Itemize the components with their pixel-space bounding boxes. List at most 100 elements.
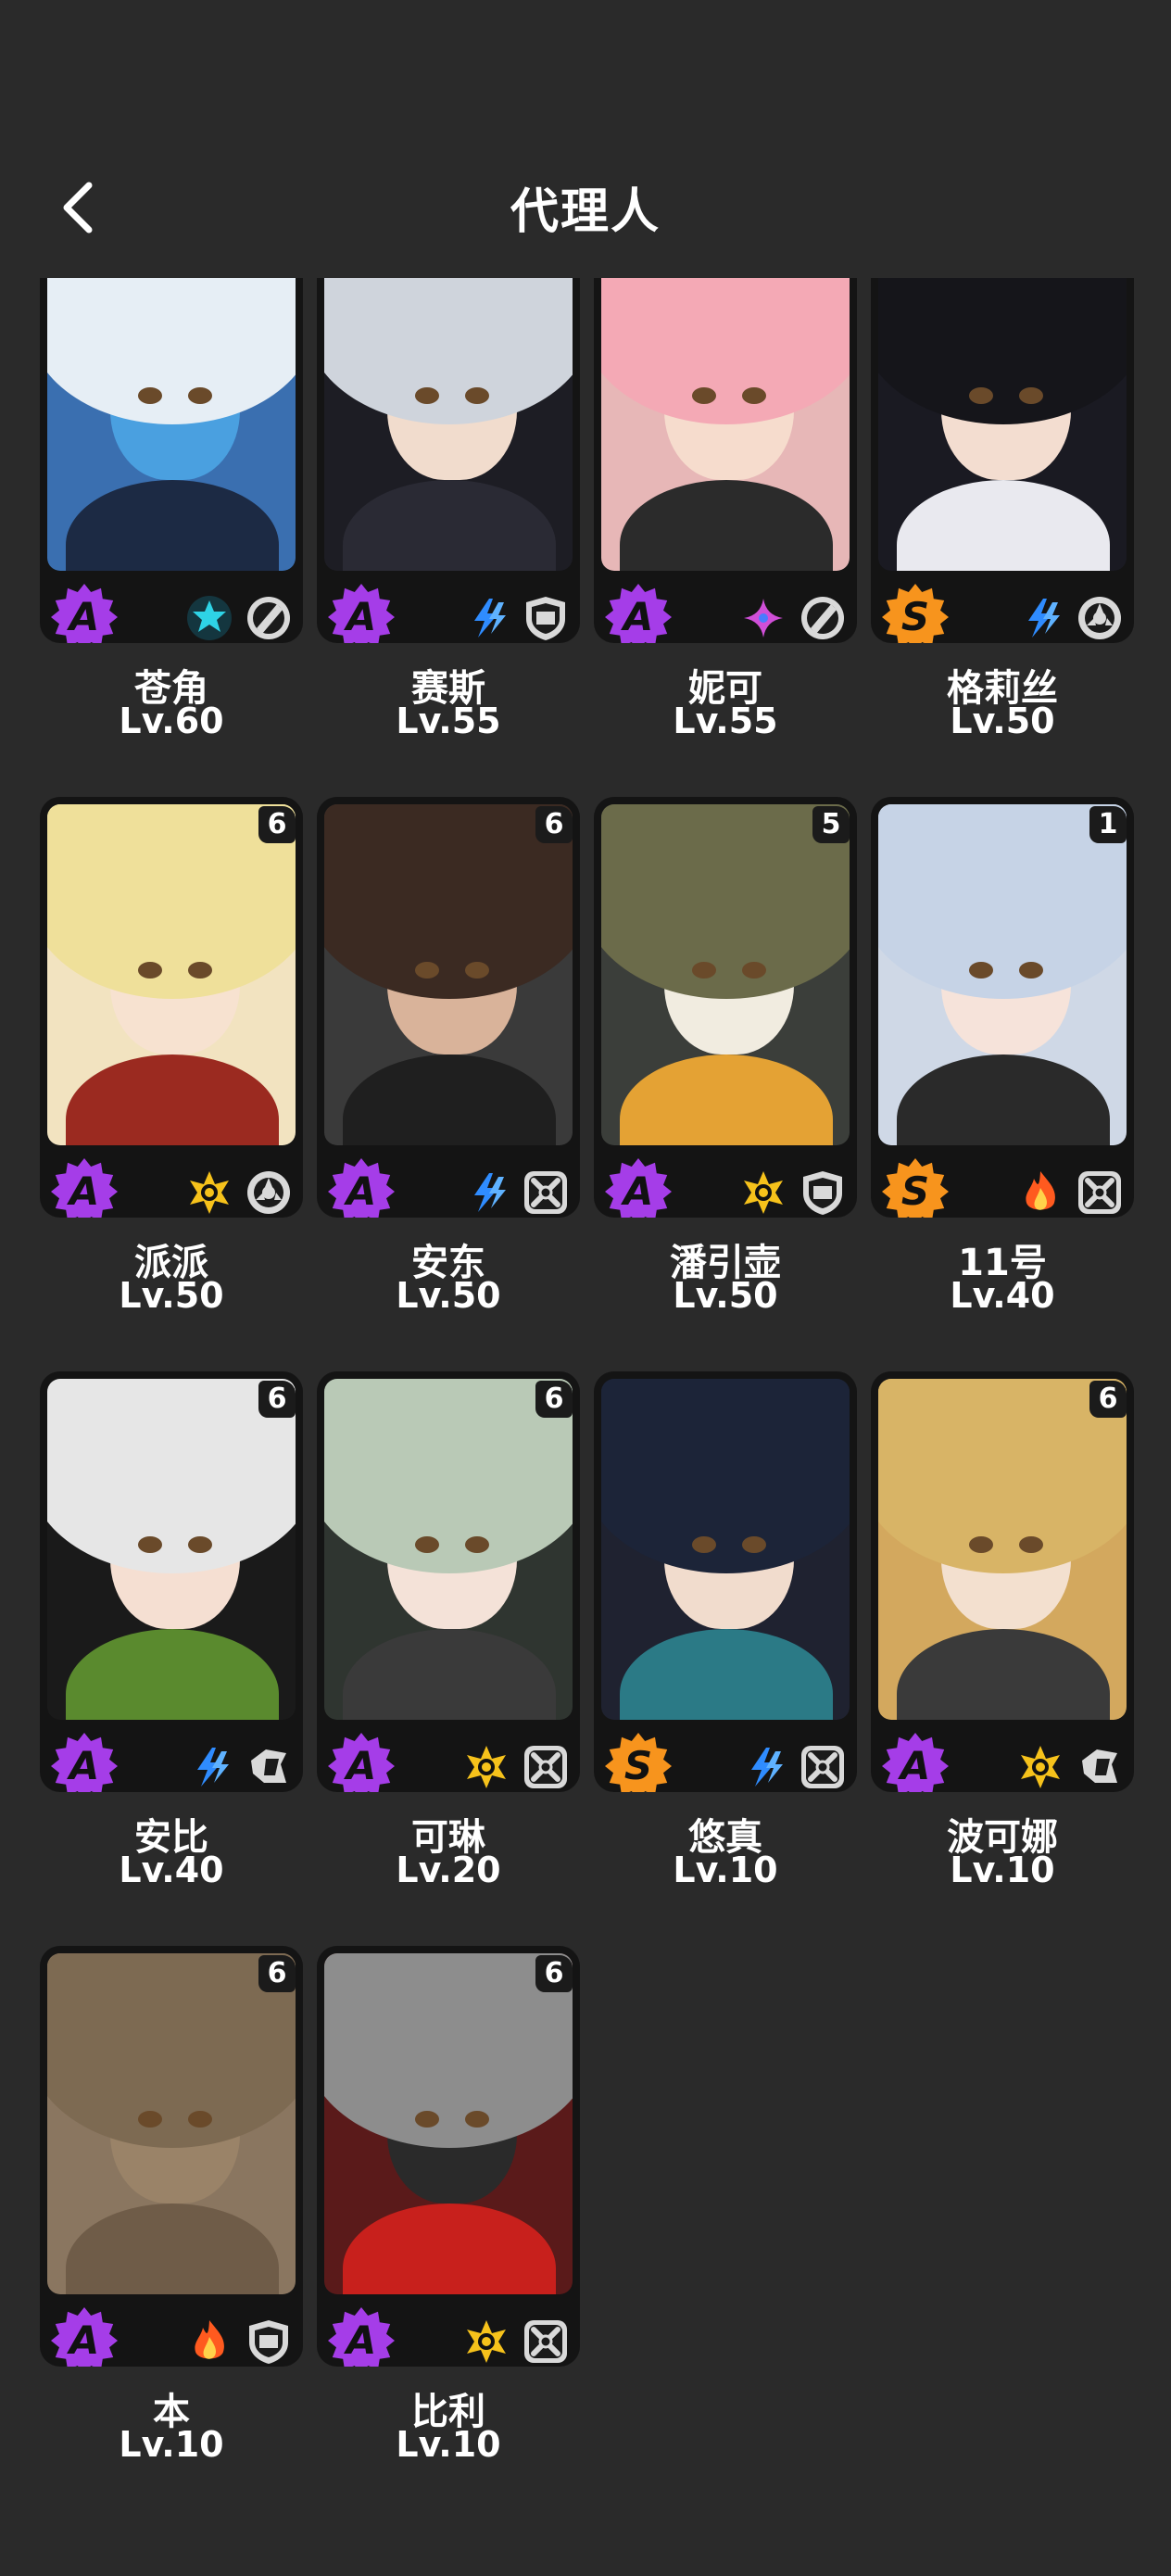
- mindscape-badge: 6: [1089, 1381, 1127, 1418]
- rank-letter: S: [900, 1168, 930, 1214]
- physical-icon: [1015, 1742, 1065, 1792]
- fire-icon: [1015, 1168, 1065, 1218]
- rank-letter: A: [69, 1743, 100, 1788]
- electric-icon: [738, 1742, 788, 1792]
- rank-badge: A: [326, 1156, 397, 1218]
- agent-card-frame: 6A: [317, 1371, 580, 1792]
- agent-card[interactable]: A 赛斯 Lv.55: [317, 278, 584, 741]
- agent-portrait: [47, 804, 296, 1145]
- rank-letter: A: [69, 594, 100, 639]
- agent-level: Lv.10: [673, 1850, 778, 1890]
- agent-card[interactable]: 6 A 安比 Lv.40: [40, 1371, 307, 1890]
- agent-portrait: [601, 278, 850, 571]
- rank-badge: A: [326, 1731, 397, 1792]
- agent-level: Lv.10: [119, 2424, 224, 2465]
- electric-icon: [461, 1168, 511, 1218]
- electric-icon: [184, 1742, 234, 1792]
- agent-portrait: [324, 1953, 573, 2294]
- agent-card[interactable]: 1 S 11号 Lv.40: [871, 797, 1138, 1316]
- agent-level: Lv.50: [396, 1275, 501, 1316]
- agent-card[interactable]: 6 A 波可娜 Lv.10: [871, 1371, 1138, 1890]
- agent-card[interactable]: S 悠真 Lv.10: [594, 1371, 861, 1890]
- support-icon: [244, 593, 294, 643]
- agent-portrait: [601, 804, 850, 1145]
- rank-badge: A: [49, 1731, 120, 1792]
- attack-icon: [1075, 1168, 1125, 1218]
- rank-letter: S: [900, 594, 930, 639]
- attack-icon: [521, 2317, 571, 2367]
- agent-portrait: [878, 804, 1127, 1145]
- agent-level: Lv.10: [950, 1850, 1055, 1890]
- agent-card[interactable]: 6 A 可琳 Lv.20: [317, 1371, 584, 1890]
- agent-portrait: [324, 1379, 573, 1720]
- rank-letter: S: [623, 1743, 653, 1788]
- attack-icon: [798, 1742, 848, 1792]
- agent-level: Lv.50: [673, 1275, 778, 1316]
- mindscape-badge: 6: [258, 1381, 296, 1418]
- anomaly-icon: [244, 1168, 294, 1218]
- agent-grid[interactable]: A 苍角 Lv.60 A 赛斯 Lv.55 A 妮可 Lv.55 S 格莉丝 Lv.50 6 A 派派 Lv.…: [0, 278, 1171, 2576]
- agent-card[interactable]: S 格莉丝 Lv.50: [871, 278, 1138, 741]
- rank-letter: A: [623, 1168, 654, 1214]
- agent-card[interactable]: A 苍角 Lv.60: [40, 278, 307, 741]
- rank-badge: A: [326, 582, 397, 643]
- rank-badge: S: [603, 1731, 674, 1792]
- agent-portrait: [47, 278, 296, 571]
- agent-card[interactable]: 6 A 比利 Lv.10: [317, 1946, 584, 2465]
- agent-portrait: [47, 1953, 296, 2294]
- agent-portrait: [601, 1379, 850, 1720]
- rank-letter: A: [69, 2317, 100, 2363]
- mindscape-badge: 6: [535, 1955, 573, 1992]
- electric-icon: [1015, 593, 1065, 643]
- ether-icon: [738, 593, 788, 643]
- fire-icon: [184, 2317, 234, 2367]
- agent-portrait: [324, 804, 573, 1145]
- rank-letter: A: [623, 594, 654, 639]
- ice-icon: [184, 593, 234, 643]
- electric-icon: [461, 593, 511, 643]
- agent-level: Lv.50: [950, 701, 1055, 741]
- stun-icon: [244, 1742, 294, 1792]
- agent-level: Lv.55: [673, 701, 778, 741]
- agent-portrait: [324, 278, 573, 571]
- rank-badge: A: [880, 1731, 951, 1792]
- header-bar: 代理人: [0, 0, 1171, 278]
- agent-card[interactable]: 6 A 本 Lv.10: [40, 1946, 307, 2465]
- mindscape-badge: 6: [258, 1955, 296, 1992]
- agent-card-frame: 6A: [40, 1371, 303, 1792]
- agent-card-frame: 1S: [871, 797, 1134, 1218]
- agent-portrait: [47, 1379, 296, 1720]
- page-title: 代理人: [510, 184, 661, 240]
- agent-card[interactable]: 6 A 安东 Lv.50: [317, 797, 584, 1316]
- rank-badge: A: [326, 2305, 397, 2367]
- agent-card-frame: S: [871, 278, 1134, 643]
- stun-icon: [1075, 1742, 1125, 1792]
- rank-badge: A: [49, 2305, 120, 2367]
- physical-icon: [738, 1168, 788, 1218]
- rank-letter: A: [346, 594, 377, 639]
- attack-icon: [521, 1742, 571, 1792]
- rank-badge: A: [603, 1156, 674, 1218]
- mindscape-badge: 6: [535, 1381, 573, 1418]
- agent-card-frame: S: [594, 1371, 857, 1792]
- anomaly-icon: [1075, 593, 1125, 643]
- rank-badge: A: [49, 1156, 120, 1218]
- agent-card-frame: A: [594, 278, 857, 643]
- rank-letter: A: [346, 2317, 377, 2363]
- rank-letter: A: [346, 1168, 377, 1214]
- agent-card[interactable]: 6 A 派派 Lv.50: [40, 797, 307, 1316]
- rank-letter: A: [69, 1168, 100, 1214]
- rank-badge: S: [880, 1156, 951, 1218]
- physical-icon: [184, 1168, 234, 1218]
- rank-badge: S: [880, 582, 951, 643]
- agent-card[interactable]: A 妮可 Lv.55: [594, 278, 861, 741]
- agent-level: Lv.55: [396, 701, 501, 741]
- support-icon: [798, 593, 848, 643]
- physical-icon: [461, 1742, 511, 1792]
- agent-card[interactable]: 5 A 潘引壶 Lv.50: [594, 797, 861, 1316]
- rank-letter: A: [346, 1743, 377, 1788]
- mindscape-badge: 5: [812, 806, 850, 843]
- defense-icon: [798, 1168, 848, 1218]
- agent-card-frame: 6A: [317, 1946, 580, 2367]
- agent-card-frame: 6A: [317, 797, 580, 1218]
